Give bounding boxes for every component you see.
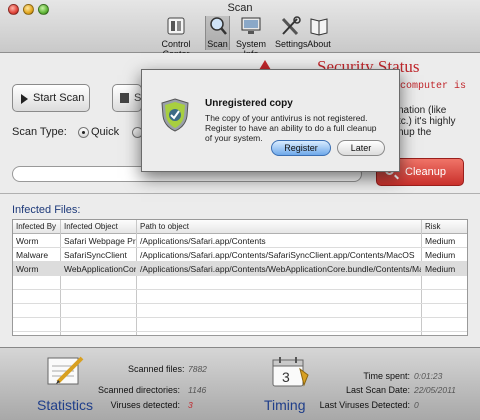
monitor-icon: [241, 17, 261, 34]
column-header[interactable]: Infected By: [16, 222, 56, 233]
toolbar: Scan Control Center Scan System Info: [0, 0, 480, 59]
status-text: nup the: [398, 127, 432, 138]
table-row-empty: [13, 318, 467, 332]
stop-scan-button[interactable]: S: [112, 84, 142, 112]
last-viruses-value: 0: [414, 400, 419, 410]
scanned-files-value: 7882: [188, 364, 207, 374]
start-scan-label: Start Scan: [33, 92, 85, 104]
register-button[interactable]: Register: [271, 140, 331, 156]
statistics-title: Statistics: [37, 397, 94, 413]
infected-files-table: Infected By Infected Object Path to obje…: [12, 219, 468, 336]
cell-infected-object: Safari Webpage Pr...: [64, 236, 136, 246]
control-center-icon: [167, 17, 185, 35]
start-scan-button[interactable]: Start Scan: [12, 84, 90, 112]
toolbar-system-info[interactable]: System Info: [231, 16, 271, 59]
cell-infected-by: Worm: [16, 264, 39, 274]
column-header[interactable]: Path to object: [140, 222, 189, 233]
last-viruses-label: Last Viruses Detected:: [319, 400, 410, 410]
scan-type-label: Scan Type:: [12, 126, 67, 138]
toolbar-label: Settings: [275, 39, 308, 49]
toolbar-settings[interactable]: Settings: [275, 16, 308, 50]
cell-path: /Applications/Safari.app/Contents/WebApp…: [140, 264, 421, 274]
stop-icon: [120, 93, 129, 103]
infected-files-title: Infected Files:: [12, 204, 81, 216]
cell-path: /Applications/Safari.app/Contents/Safari…: [140, 250, 415, 260]
notepad-pencil-icon: [47, 356, 84, 385]
last-scan-date-label: Last Scan Date:: [345, 385, 410, 395]
tools-icon: [281, 16, 301, 36]
table-row[interactable]: Worm Safari Webpage Pr... /Applications/…: [13, 234, 467, 248]
cleanup-label: Cleanup: [405, 166, 446, 178]
scanned-files-label: Scanned files:: [128, 364, 185, 374]
column-header[interactable]: Risk: [425, 222, 441, 233]
cell-risk: Medium: [425, 264, 456, 274]
toolbar-control-center[interactable]: Control Center: [150, 16, 202, 59]
status-text: nation (like: [398, 105, 447, 116]
dialog-message: The copy of your antivirus is not regist…: [205, 113, 377, 143]
window-title: Scan: [227, 2, 253, 14]
play-icon: [21, 94, 28, 104]
quick-scan-label: Quick: [91, 126, 120, 138]
scanned-directories-value: 1146: [188, 385, 207, 395]
table-row-empty: [13, 290, 467, 304]
cell-risk: Medium: [425, 250, 456, 260]
table-row[interactable]: Malware SafariSyncClient /Applications/S…: [13, 248, 467, 262]
scanned-directories-label: Scanned directories:: [97, 385, 180, 395]
app-window: Scan Control Center Scan System Info: [0, 0, 480, 420]
toolbar-about[interactable]: About: [307, 16, 331, 50]
magnifier-icon: [210, 17, 227, 35]
later-button[interactable]: Later: [337, 140, 385, 156]
table-row[interactable]: Worm WebApplicationCore /Applications/Sa…: [13, 262, 467, 276]
book-icon: [310, 18, 328, 36]
toolbar-label: About: [307, 39, 331, 49]
cell-infected-by: Malware: [16, 250, 49, 260]
cell-infected-object: WebApplicationCore: [64, 264, 136, 274]
viruses-detected-label: Viruses detected:: [110, 400, 180, 410]
dialog-title: Unregistered copy: [205, 98, 293, 109]
table-header: Infected By Infected Object Path to obje…: [13, 220, 467, 234]
status-text: tc.) it's highly: [398, 116, 456, 127]
calendar-icon: 3: [272, 357, 309, 387]
column-header[interactable]: Infected Object: [64, 222, 118, 233]
table-row-empty: [13, 276, 467, 290]
status-text: computer is: [400, 81, 467, 92]
viruses-detected-value: 3: [188, 400, 193, 410]
last-scan-date-value: 22/05/2011: [414, 385, 456, 395]
cell-infected-object: SafariSyncClient: [64, 250, 127, 260]
divider: [0, 193, 480, 194]
table-row-empty: [13, 304, 467, 318]
toolbar-scan[interactable]: Scan: [205, 16, 230, 50]
time-spent-label: Time spent:: [363, 371, 410, 381]
cell-path: /Applications/Safari.app/Contents: [140, 236, 266, 246]
cell-risk: Medium: [425, 236, 456, 246]
quick-scan-radio[interactable]: [78, 127, 89, 138]
cell-infected-by: Worm: [16, 236, 39, 246]
calendar-day: 3: [282, 369, 290, 385]
time-spent-value: 0:01:23: [414, 371, 443, 381]
shield-icon: [161, 98, 189, 132]
toolbar-label: Scan: [207, 39, 228, 49]
